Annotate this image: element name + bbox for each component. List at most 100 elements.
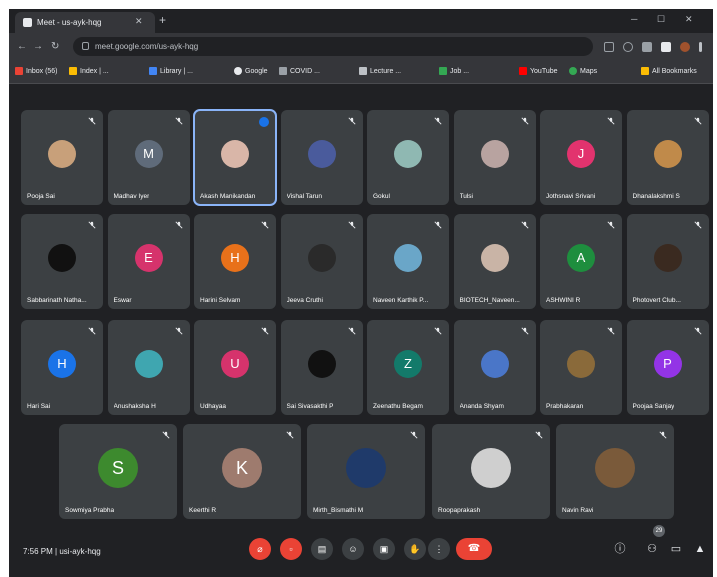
bookmark-item[interactable]: Index | ... (69, 67, 109, 77)
chat-icon[interactable]: ▭ (669, 542, 683, 556)
participant-tile[interactable]: Mirth_Bismathi M (307, 424, 425, 519)
tab-title: Meet - us-ayk-hqg (37, 18, 102, 27)
mic-off-icon (693, 221, 702, 229)
lock-icon (82, 42, 89, 50)
mic-off-icon (520, 327, 529, 335)
bookmark-item[interactable]: Google (234, 67, 268, 77)
speaking-indicator-icon (259, 117, 269, 127)
extensions-icon[interactable] (661, 42, 671, 52)
participant-tile[interactable]: Sabbarinath Natha... (21, 214, 103, 309)
participant-tile[interactable]: Anushaksha H (107, 320, 190, 415)
tab-bar: Meet - us-ayk-hqg ✕ + ─ ☐ ✕ (9, 9, 713, 33)
reload-icon[interactable]: ↻ (51, 41, 59, 52)
star-icon[interactable] (642, 42, 652, 52)
participant-name: Navin Ravi (562, 507, 594, 514)
participant-tile[interactable]: Jeeva Cruthi (280, 214, 363, 309)
participant-avatar (480, 139, 509, 168)
present-icon: ▣ (379, 544, 389, 554)
participant-tile[interactable]: Tulsi (453, 110, 536, 205)
participant-avatar (221, 139, 249, 168)
participant-name: Udhayaa (200, 403, 227, 410)
participant-tile[interactable]: A ASHWINI R (540, 214, 622, 309)
more-options-icon: ⋮ (434, 544, 444, 554)
participant-avatar: Z (394, 349, 422, 378)
zoom-icon[interactable] (623, 42, 633, 52)
people-icon[interactable]: ⚇ (645, 542, 659, 556)
participant-tile[interactable]: Naveen Karthik P... (367, 214, 449, 309)
participant-tile[interactable]: BIOTECH_Naveen... (453, 214, 536, 309)
mic-off-icon (607, 221, 615, 229)
bookmark-item[interactable]: Maps (569, 67, 597, 77)
camera-toggle-button[interactable]: ▫ (280, 538, 302, 560)
mic-off-icon (261, 221, 269, 229)
mic-off-icon (693, 117, 702, 125)
browser-menu-icon[interactable] (699, 42, 702, 52)
participant-tile[interactable]: Akash Manikandan (193, 109, 277, 206)
participant-tile[interactable]: K Keerthi R (183, 424, 301, 519)
participant-tile[interactable]: H Hari Sai (21, 320, 103, 415)
bookmarks-bar: Inbox (56) Index | ... Library | ... Goo… (9, 61, 713, 84)
bookmark-item[interactable]: Lecture ... (359, 67, 401, 77)
activities-icon[interactable]: ▲ (693, 542, 707, 556)
minimize-icon[interactable]: ─ (631, 14, 637, 24)
download-icon[interactable] (604, 42, 614, 52)
participant-tile[interactable]: H Harini Selvam (194, 214, 276, 309)
profile-avatar-icon[interactable] (680, 42, 690, 52)
browser-toolbar: ← → ↻ meet.google.com/us-ayk-hqg (9, 33, 713, 61)
participant-tile[interactable]: Photovert Club... (626, 214, 709, 309)
clock-time: 7:56 PM (23, 547, 53, 556)
hang-up-button[interactable]: ☎ (456, 538, 492, 560)
mic-toggle-button[interactable]: ⌀ (249, 538, 271, 560)
forward-arrow-icon[interactable]: → (33, 41, 43, 52)
back-arrow-icon[interactable]: ← (17, 41, 27, 52)
participant-avatar (307, 243, 336, 272)
participant-tile[interactable]: M Madhav Iyer (107, 110, 190, 205)
emoji-button[interactable]: ☺ (342, 538, 364, 560)
participant-tile[interactable]: J Jothsnavi Srivani (540, 110, 622, 205)
present-button[interactable]: ▣ (373, 538, 395, 560)
address-bar[interactable]: meet.google.com/us-ayk-hqg (73, 37, 593, 56)
participant-tile[interactable]: Ananda Shyam (453, 320, 536, 415)
participant-tile[interactable]: P Poojaa Sanjay (626, 320, 709, 415)
page-icon (439, 67, 447, 75)
bookmark-item[interactable]: YouTube (519, 67, 558, 77)
participant-name: Zeenathu Begam (373, 403, 423, 410)
participant-tile[interactable]: Z Zeenathu Begam (367, 320, 449, 415)
participant-tile[interactable]: S Sowmiya Prabha (59, 424, 177, 519)
browser-tab[interactable]: Meet - us-ayk-hqg ✕ (15, 12, 155, 33)
participant-tile[interactable]: Gokul (367, 110, 449, 205)
participant-tile[interactable]: Navin Ravi (556, 424, 674, 519)
participant-tile[interactable]: U Udhayaa (194, 320, 276, 415)
participant-tile[interactable]: Prabhakaran (540, 320, 622, 415)
more-options-button[interactable]: ⋮ (428, 538, 450, 560)
participant-name: Mirth_Bismathi M (313, 507, 364, 514)
participant-tile[interactable]: E Eswar (107, 214, 190, 309)
info-icon[interactable]: ⓘ (613, 542, 627, 556)
window-close-icon[interactable]: ✕ (685, 14, 693, 25)
bookmark-item[interactable]: Library | ... (149, 67, 193, 77)
participant-tile[interactable]: Dhanalakshmi S (626, 110, 709, 205)
mic-off-icon (174, 117, 183, 125)
maximize-icon[interactable]: ☐ (657, 14, 665, 25)
participant-tile[interactable]: Roopaprakash (432, 424, 550, 519)
participant-tile[interactable]: Sai Sivasakthi P (280, 320, 363, 415)
bookmark-item[interactable]: Job ... (439, 67, 469, 77)
new-tab-icon[interactable]: + (159, 13, 166, 27)
bookmark-item[interactable]: COVID ... (279, 67, 320, 77)
raise-hand-button[interactable]: ✋ (404, 538, 426, 560)
bookmark-item[interactable]: All Bookmarks (641, 67, 697, 77)
participant-avatar (471, 447, 511, 488)
participant-tile[interactable]: Pooja Sai (21, 110, 103, 205)
camera-off-icon: ▫ (289, 544, 293, 554)
participant-name: Gokul (373, 193, 390, 200)
tab-close-icon[interactable]: ✕ (135, 16, 143, 27)
participant-avatar (653, 139, 682, 168)
participant-name: Jothsnavi Srivani (546, 193, 596, 200)
participant-avatar (394, 243, 422, 272)
captions-button[interactable]: ▤ (311, 538, 333, 560)
mic-off-icon (659, 431, 667, 439)
participant-tile[interactable]: Vishal Tarun (280, 110, 363, 205)
raise-hand-icon: ✋ (409, 544, 421, 554)
bookmark-item[interactable]: Inbox (56) (15, 67, 58, 77)
participant-name: Jeeva Cruthi (286, 297, 324, 304)
